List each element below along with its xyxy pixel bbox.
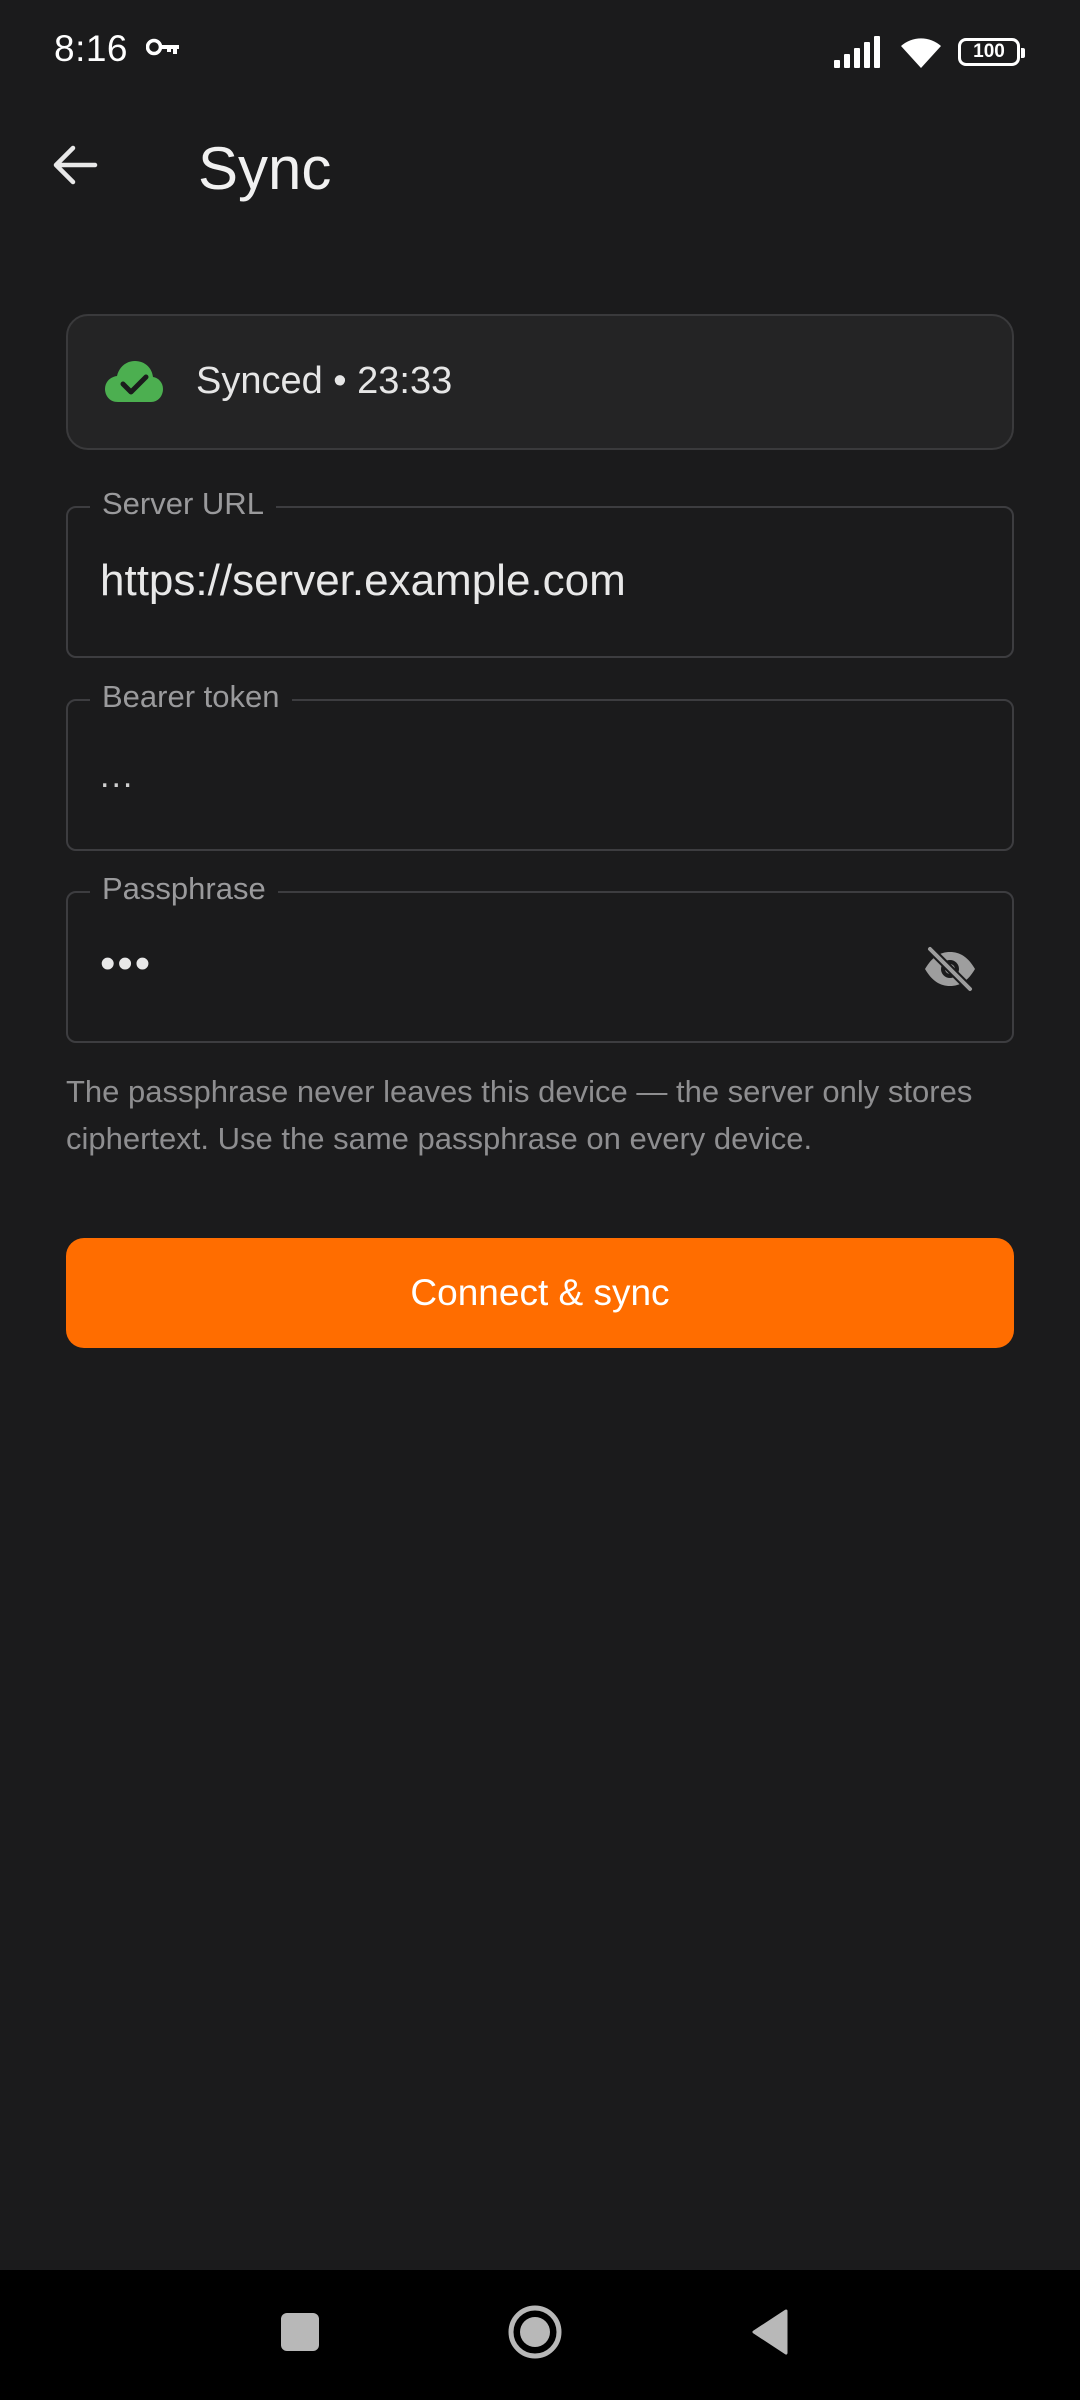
recents-icon[interactable] — [281, 2313, 319, 2351]
wifi-icon — [901, 38, 941, 68]
page-title: Sync — [198, 135, 332, 202]
passphrase-field[interactable]: Passphrase ••• — [66, 871, 1014, 1043]
key-icon — [146, 38, 179, 56]
back-button[interactable] — [40, 130, 110, 200]
sync-status-text: Synced • 23:33 — [196, 360, 453, 402]
arrow-back-icon — [53, 145, 98, 185]
back-triangle-icon[interactable] — [750, 2308, 790, 2356]
passphrase-helper-text: The passphrase never leaves this device … — [66, 1074, 973, 1156]
passphrase-value[interactable]: ••• — [100, 939, 152, 989]
connect-sync-button[interactable]: Connect & sync — [66, 1238, 1014, 1348]
bearer-token-label: Bearer token — [90, 679, 292, 715]
server-url-label: Server URL — [90, 486, 276, 522]
signal-icon — [834, 36, 880, 68]
cloud-done-icon — [105, 361, 163, 402]
visibility-off-icon — [925, 945, 975, 993]
status-time: 8:16 — [54, 28, 129, 69]
home-icon[interactable] — [507, 2304, 563, 2360]
bearer-token-field[interactable]: Bearer token ... — [66, 679, 1014, 851]
bearer-token-value[interactable]: ... — [100, 757, 134, 796]
battery-icon: 100 — [958, 38, 1025, 66]
server-url-value[interactable]: https://server.example.com — [100, 556, 626, 606]
toggle-passphrase-visibility-button[interactable] — [922, 945, 978, 993]
passphrase-label: Passphrase — [90, 871, 278, 907]
server-url-field[interactable]: Server URL https://server.example.com — [66, 486, 1014, 658]
battery-level: 100 — [973, 41, 1005, 62]
status-icons: 100 — [834, 32, 1025, 72]
